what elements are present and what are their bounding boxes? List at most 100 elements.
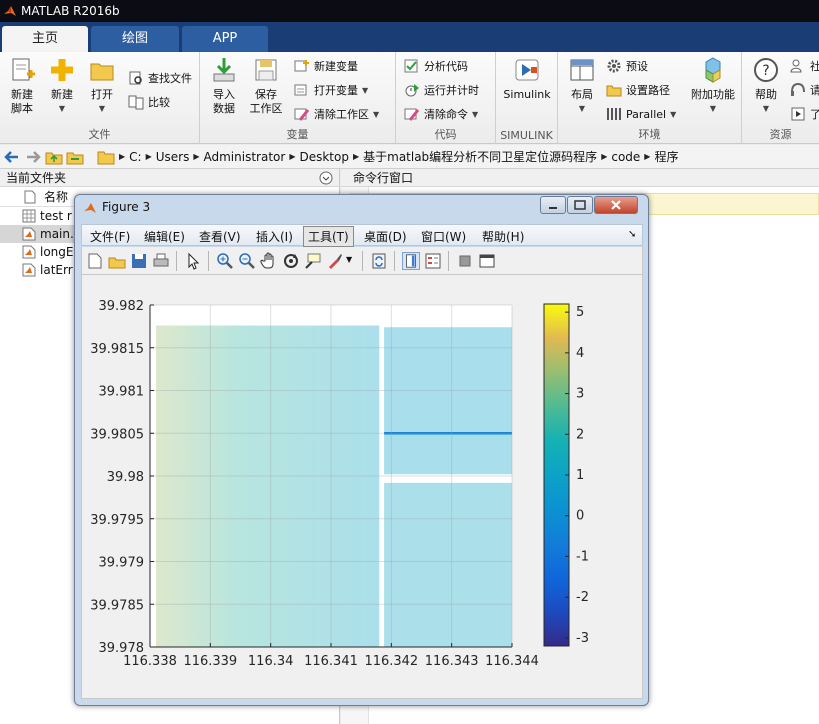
import-data-button[interactable]: 导入 数据 xyxy=(204,56,244,116)
figure-title-bar[interactable]: Figure 3 xyxy=(75,195,648,221)
learn-matlab-button[interactable]: 了 xyxy=(790,104,819,124)
breadcrumb-project[interactable]: 基于matlab编程分析不同卫星定位源码程序 xyxy=(363,148,597,165)
figure-canvas[interactable]: 116.338 116.339 116.34 116.341 116.342 116.34… xyxy=(81,275,643,699)
hide-tools-icon[interactable] xyxy=(456,252,474,270)
y-tick-label: 39.98 xyxy=(107,470,144,485)
community-button[interactable]: 社 xyxy=(790,56,819,76)
analyze-code-button[interactable]: 分析代码 xyxy=(404,56,468,76)
simulink-section-label: SIMULINK xyxy=(500,129,553,142)
rotate-icon[interactable] xyxy=(282,252,300,270)
mat-file-icon xyxy=(22,209,36,223)
minimize-button[interactable] xyxy=(540,196,566,214)
menu-insert[interactable]: 插入(I) xyxy=(256,228,293,245)
zoom-out-icon[interactable] xyxy=(238,252,256,270)
menu-help[interactable]: 帮助(H) xyxy=(482,228,524,245)
pointer-icon[interactable] xyxy=(184,252,202,270)
close-icon xyxy=(611,200,621,210)
plus-icon xyxy=(48,56,76,84)
tab-apps[interactable]: APP xyxy=(182,26,268,52)
browse-folder-icon[interactable] xyxy=(66,148,84,166)
new-button[interactable]: 新建 ▼ xyxy=(42,56,82,116)
pan-icon[interactable] xyxy=(260,252,278,270)
heatmap-chart[interactable]: 116.338 116.339 116.34 116.341 116.342 116.34… xyxy=(82,275,643,699)
figure-window[interactable]: Figure 3 文件(F) 编辑(E) 查看(V) 插入(I) 工具(T) 桌… xyxy=(74,194,649,706)
compare-button[interactable]: 比较 xyxy=(128,92,170,112)
open-variable-button[interactable]: 打开变量 ▼ xyxy=(294,80,368,100)
menu-tools[interactable]: 工具(T) xyxy=(303,226,354,247)
dock-icon[interactable] xyxy=(478,252,496,270)
set-path-button[interactable]: 设置路径 xyxy=(606,80,670,100)
colorbar-icon[interactable] xyxy=(402,252,420,270)
run-and-time-button[interactable]: 运行并计时 xyxy=(404,80,479,100)
open-button[interactable]: 打开 ▼ xyxy=(82,56,122,116)
breadcrumb-users[interactable]: Users xyxy=(156,150,190,164)
code-section: 分析代码 运行并计时 清除命令 ▼ 代码 xyxy=(396,52,496,144)
parallel-button[interactable]: Parallel ▼ xyxy=(606,104,676,124)
clear-commands-button[interactable]: 清除命令 ▼ xyxy=(404,104,478,124)
menu-dock-arrow-icon[interactable]: ➘ xyxy=(628,229,636,240)
tab-home[interactable]: 主页 xyxy=(2,26,88,52)
forward-icon[interactable] xyxy=(24,148,42,166)
y-tick-label: 39.9805 xyxy=(90,427,144,442)
layout-icon xyxy=(568,56,596,84)
colorbar-tick-label: 1 xyxy=(576,468,584,483)
save-icon[interactable] xyxy=(130,252,148,270)
colorbar-tick-label: 4 xyxy=(576,346,584,361)
file-section-label: 文件 xyxy=(88,128,111,141)
print-icon[interactable] xyxy=(152,252,170,270)
clear-workspace-button[interactable]: 清除工作区 ▼ xyxy=(294,104,379,124)
y-tick-label: 39.9795 xyxy=(90,513,144,528)
zoom-in-icon[interactable] xyxy=(216,252,234,270)
brush-icon[interactable] xyxy=(326,252,344,270)
variable-section-label: 变量 xyxy=(286,128,309,141)
maximize-button[interactable] xyxy=(567,196,593,214)
data-cursor-icon[interactable] xyxy=(304,252,322,270)
request-support-button[interactable]: 请 xyxy=(790,80,819,100)
new-figure-icon[interactable] xyxy=(86,252,104,270)
link-plot-icon[interactable] xyxy=(370,252,388,270)
new-variable-button[interactable]: 新建变量 xyxy=(294,56,358,76)
breadcrumb-program[interactable]: 程序 xyxy=(654,148,678,165)
address-bar: ▶ C: ▶ Users ▶ Administrator ▶ Desktop ▶ 基于m… xyxy=(0,145,819,169)
help-button[interactable]: ? 帮助 ▼ xyxy=(746,56,786,116)
breadcrumb-administrator[interactable]: Administrator xyxy=(204,150,286,164)
menu-file[interactable]: 文件(F) xyxy=(90,228,130,245)
heatmap-block xyxy=(384,482,512,647)
breadcrumb-c[interactable]: C: xyxy=(129,150,141,164)
y-tick-label: 39.9815 xyxy=(90,342,144,357)
breadcrumb-desktop[interactable]: Desktop xyxy=(299,150,349,164)
current-folder-header: 当前文件夹 xyxy=(0,169,339,187)
new-script-button[interactable]: 新建 脚本 xyxy=(2,56,42,116)
close-button[interactable] xyxy=(594,196,638,214)
menu-edit[interactable]: 编辑(E) xyxy=(144,228,185,245)
legend-icon[interactable] xyxy=(424,252,442,270)
breadcrumb-code[interactable]: code xyxy=(611,150,640,164)
up-folder-icon[interactable] xyxy=(45,148,63,166)
open-icon[interactable] xyxy=(108,252,126,270)
back-icon[interactable] xyxy=(3,148,21,166)
run-and-time-icon xyxy=(405,84,419,97)
command-window-title: 命令行窗口 xyxy=(353,171,414,185)
save-workspace-button[interactable]: 保存 工作区 xyxy=(246,56,286,116)
tab-plots[interactable]: 绘图 xyxy=(91,26,179,52)
m-file-icon xyxy=(22,263,36,277)
file-section: 新建 脚本 新建 ▼ 打开 ▼ 查找文件 比较 文件 xyxy=(0,52,200,144)
find-files-button[interactable]: 查找文件 xyxy=(128,68,192,88)
menu-desktop[interactable]: 桌面(D) xyxy=(364,228,407,245)
m-file-icon xyxy=(22,227,36,241)
menu-view[interactable]: 查看(V) xyxy=(199,228,241,245)
preferences-button[interactable]: 预设 xyxy=(606,56,648,76)
x-tick-label: 116.341 xyxy=(304,654,358,669)
panel-menu-icon[interactable] xyxy=(319,171,333,185)
file-icon xyxy=(24,190,36,204)
menu-window[interactable]: 窗口(W) xyxy=(421,228,466,245)
layout-button[interactable]: 布局 ▼ xyxy=(562,56,602,116)
figure-menu-bar: 文件(F) 编辑(E) 查看(V) 插入(I) 工具(T) 桌面(D) 窗口(W… xyxy=(81,224,643,247)
simulink-section: Simulink SIMULINK xyxy=(496,52,558,144)
y-tick-label: 39.979 xyxy=(99,556,145,571)
resources-section-label: 资源 xyxy=(769,128,792,141)
simulink-button[interactable]: Simulink xyxy=(502,56,552,102)
brush-dropdown-icon[interactable]: ▼ xyxy=(346,255,352,264)
addons-button[interactable]: 附加功能 ▼ xyxy=(688,56,738,116)
matlab-logo-icon xyxy=(84,203,96,213)
